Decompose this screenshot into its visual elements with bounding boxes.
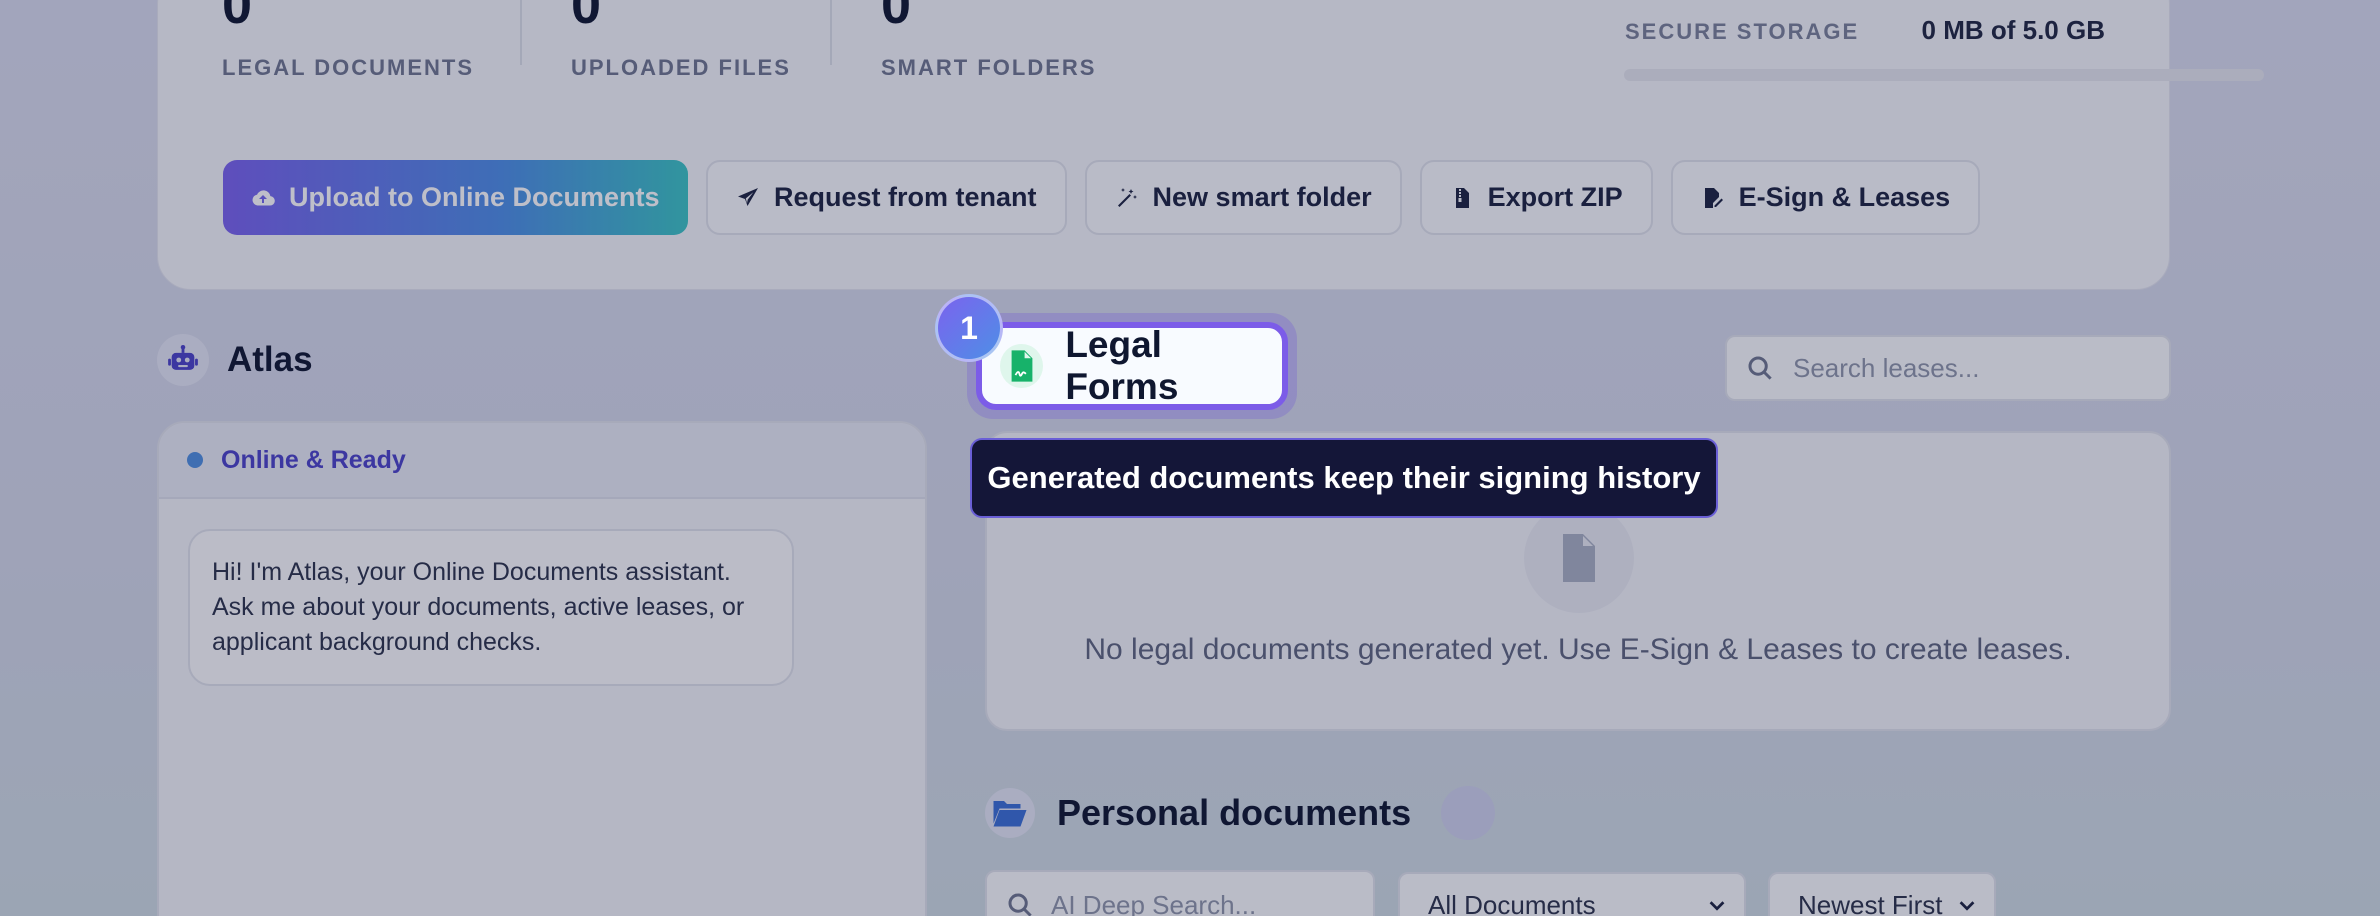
tour-tooltip: Generated documents keep their signing h… [970,438,1718,518]
legal-forms-heading[interactable]: Legal Forms [976,322,1288,410]
tour-step-badge: 1 [935,294,1003,362]
legal-forms-title: Legal Forms [1065,324,1179,407]
file-signature-icon [1000,344,1044,388]
legal-forms-highlight: Legal Forms [967,313,1297,419]
